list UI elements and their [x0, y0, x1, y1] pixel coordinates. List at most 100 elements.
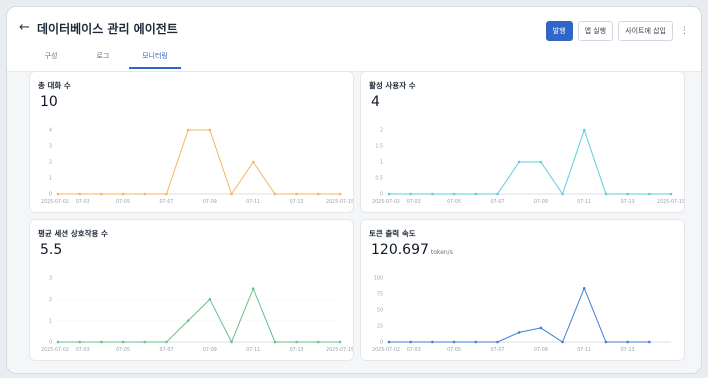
more-options-icon[interactable]: ⋮ [678, 26, 691, 36]
series-line [389, 128, 671, 196]
data-point [56, 192, 60, 196]
app-window: ← 데이터베이스 관리 에이전트 발행 앱 실행 사이트에 삽입 ⋮ 구성 로그… [6, 6, 702, 374]
series-line [389, 286, 650, 343]
y-tick-label: 2 [380, 128, 383, 134]
avg-session-interactions-card: 평균 세션 상호작용 수 5.5 0 1 2 3 2025-07-02 07-03 07-0… [29, 219, 354, 361]
data-point [165, 192, 168, 196]
x-tick-label: 07-07 [159, 199, 173, 205]
y-tick-label: 0 [380, 340, 383, 346]
y-tick-label: 3 [49, 144, 52, 150]
data-point [186, 319, 190, 322]
x-tick-label: 2025-07-02 [372, 347, 400, 353]
x-tick-label: 07-13 [621, 347, 635, 353]
data-point [517, 331, 521, 334]
x-tick-label: 07-05 [447, 199, 461, 205]
x-tick-label: 07-03 [76, 347, 90, 353]
x-tick-label: 07-03 [76, 199, 90, 205]
y-tick-label: 1 [49, 318, 52, 324]
back-arrow-icon[interactable]: ← [19, 20, 30, 35]
data-point [338, 340, 342, 344]
header: ← 데이터베이스 관리 에이전트 발행 앱 실행 사이트에 삽입 ⋮ 구성 로그… [7, 7, 701, 72]
tab-config[interactable]: 구성 [25, 51, 77, 69]
data-point [295, 340, 298, 344]
y-tick-label: 4 [49, 128, 52, 134]
y-tick-label: 1 [380, 160, 383, 166]
x-tick-label: 07-09 [203, 199, 217, 205]
x-tick-label: 07-03 [407, 199, 421, 205]
y-tick-label: 2 [49, 160, 52, 166]
data-point [409, 192, 412, 196]
data-point [100, 340, 103, 344]
data-point [409, 340, 412, 344]
x-tick-label: 2025-07-15 [326, 347, 353, 353]
data-point [517, 160, 521, 164]
x-tick-label: 07-07 [159, 347, 173, 353]
data-point [626, 192, 629, 196]
data-point [474, 192, 478, 196]
data-point [230, 340, 233, 344]
data-point [431, 340, 434, 344]
data-point [78, 192, 81, 196]
x-tick-label: 2025-07-02 [41, 199, 69, 205]
y-tick-label: 50 [377, 308, 383, 314]
x-tick-label: 07-03 [407, 347, 421, 353]
data-point [208, 128, 212, 132]
x-tick-label: 07-13 [290, 199, 304, 205]
data-point [539, 160, 543, 164]
x-tick-label: 07-05 [116, 199, 130, 205]
page-title: 데이터베이스 관리 에이전트 [37, 22, 178, 36]
data-point [582, 286, 586, 290]
data-point [626, 340, 629, 344]
data-point [56, 340, 60, 344]
y-tick-label: 75 [377, 292, 383, 298]
data-point [273, 340, 277, 344]
data-point [648, 340, 651, 344]
y-tick-label: 2 [49, 297, 52, 303]
tab-logs[interactable]: 로그 [77, 51, 129, 69]
run-app-button[interactable]: 앱 실행 [577, 21, 614, 41]
embed-site-button[interactable]: 사이트에 삽입 [618, 21, 673, 41]
y-tick-label: 0 [49, 192, 52, 198]
data-point [387, 340, 391, 344]
data-point [317, 192, 320, 196]
x-tick-label: 07-05 [116, 347, 130, 353]
data-point [295, 192, 298, 196]
x-tick-label: 2025-07-02 [372, 199, 400, 205]
y-tick-label: 100 [374, 276, 383, 282]
token-output-speed-chart: 0 25 50 75 100 2025-07-02 07-03 07-05 07-07 07-09… [372, 276, 671, 353]
y-tick-label: 0.5 [375, 176, 383, 182]
y-tick-label: 1.5 [375, 144, 383, 150]
x-tick-label: 07-11 [577, 347, 591, 353]
x-tick-label: 07-13 [290, 347, 304, 353]
x-tick-label: 07-13 [621, 199, 635, 205]
data-point [121, 340, 125, 344]
data-point [338, 192, 342, 196]
data-point [208, 298, 212, 301]
data-point [452, 340, 456, 344]
data-point [496, 340, 499, 344]
active-users-chart: 0 0.5 1 1.5 2 2025-07-02 07-03 07-05 07-07 07-09 0… [372, 128, 684, 205]
total-conversations-chart: 0 1 2 3 4 2025-07-02 07-03 07-05 07-07 07-09 07-11… [41, 128, 353, 205]
data-point [669, 192, 673, 196]
x-tick-label: 07-09 [203, 347, 217, 353]
data-point [452, 192, 456, 196]
x-tick-label: 07-09 [534, 199, 548, 205]
publish-button[interactable]: 발행 [545, 21, 573, 41]
data-point [539, 326, 543, 330]
total-conversations-card: 총 대화 수 10 0 1 2 3 4 2025-07-02 07-03 07-05 07-07… [29, 71, 354, 213]
y-tick-label: 3 [49, 276, 52, 282]
data-point [143, 192, 147, 196]
x-tick-label: 07-05 [447, 347, 461, 353]
token-output-speed-card: 토큰 출력 속도 120.697 token/s 0 25 50 75 100 2025-0… [360, 219, 685, 361]
avg-session-interactions-chart: 0 1 2 3 2025-07-02 07-03 07-05 07-07 07-09 07-11 0… [41, 276, 353, 353]
x-tick-label: 07-09 [534, 347, 548, 353]
active-users-card: 활성 사용자 수 4 0 0.5 1 1.5 2 2025-07-02 07-03 07-05… [360, 71, 685, 213]
x-tick-label: 07-11 [246, 199, 260, 205]
data-point [165, 340, 168, 344]
tab-monitoring[interactable]: 모니터링 [129, 51, 181, 69]
x-tick-label: 2025-07-02 [41, 347, 69, 353]
data-point [561, 192, 564, 196]
x-tick-label: 07-11 [246, 347, 260, 353]
y-tick-label: 0 [49, 340, 52, 346]
x-tick-label: 2025-07-15 [657, 199, 684, 205]
